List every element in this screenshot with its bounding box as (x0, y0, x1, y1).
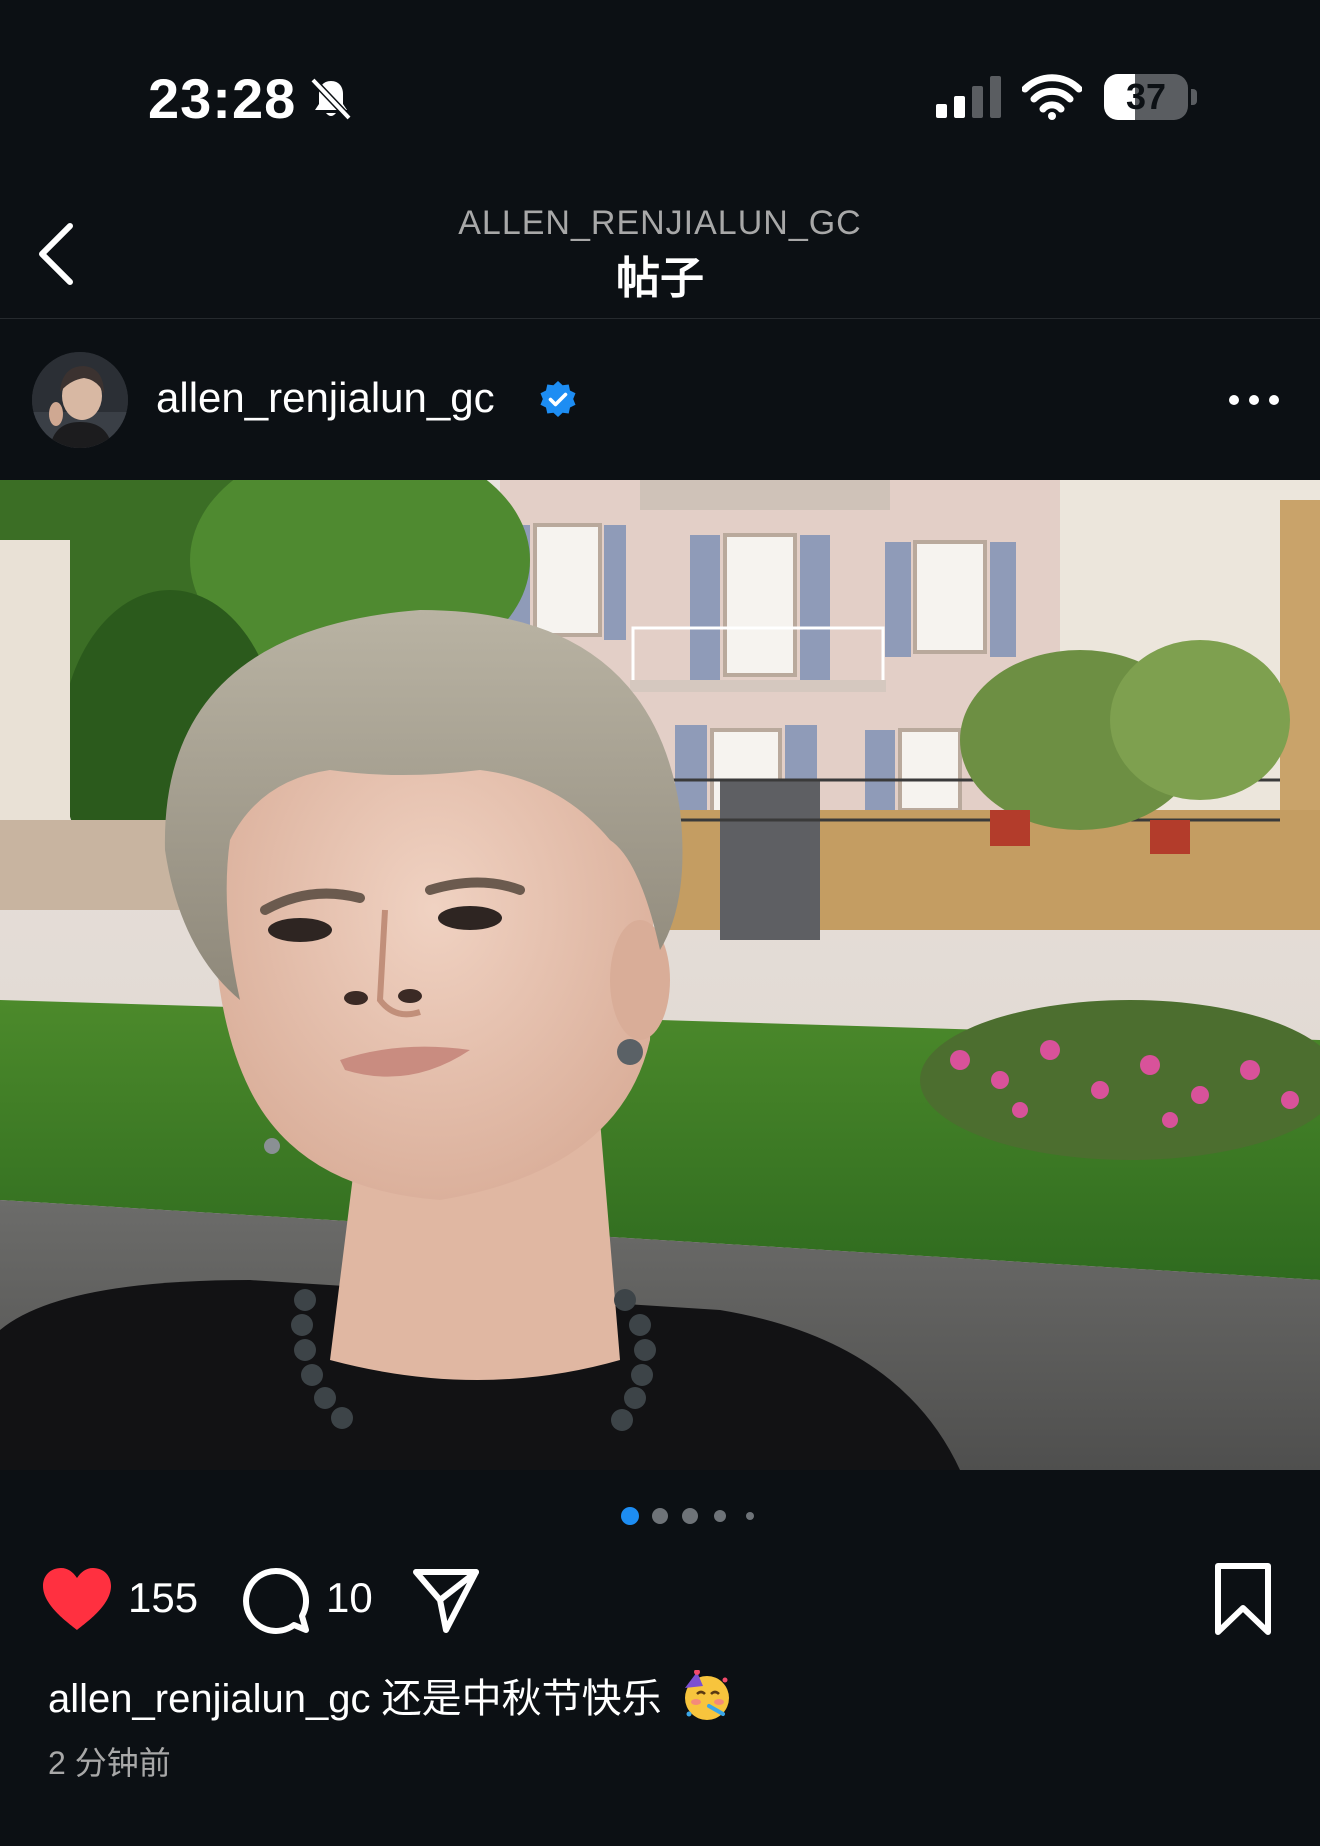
post-caption: allen_renjialun_gc 还是中秋节快乐 (48, 1666, 1268, 1724)
avatar[interactable] (32, 352, 128, 448)
battery-icon: 37 (1104, 74, 1197, 120)
like-count[interactable]: 155 (128, 1574, 198, 1622)
caption-text: 还是中秋节快乐 (381, 1677, 662, 1721)
carousel-dot[interactable] (652, 1508, 668, 1524)
comment-icon[interactable] (240, 1564, 312, 1636)
heart-icon[interactable] (40, 1566, 114, 1632)
carousel-dot[interactable] (714, 1510, 726, 1522)
ellipsis-icon[interactable] (1226, 376, 1282, 424)
caption-username[interactable]: allen_renjialun_gc (48, 1677, 370, 1721)
partying-face-icon (679, 1669, 731, 1722)
status-time: 23:28 (148, 67, 297, 130)
post-photo[interactable] (0, 480, 1320, 1470)
bell-slash-icon (308, 76, 354, 122)
wifi-icon (1021, 72, 1083, 120)
post-timestamp: 2 分钟前 (48, 1745, 171, 1781)
post-header: allen_renjialun_gc (0, 340, 1320, 460)
page-title: 帖子 (616, 254, 704, 303)
carousel-dots (0, 1504, 1320, 1528)
verified-badge-icon (538, 380, 578, 420)
bookmark-icon[interactable] (1212, 1562, 1274, 1636)
cellular-signal-icon (936, 74, 1004, 120)
share-icon[interactable] (410, 1564, 482, 1636)
nav-subtitle[interactable]: ALLEN_RENJIALUN_GC (0, 204, 1320, 243)
carousel-dot[interactable] (682, 1508, 698, 1524)
battery-level: 37 (1125, 76, 1167, 117)
carousel-dot[interactable] (746, 1512, 754, 1520)
carousel-dot[interactable] (621, 1507, 639, 1525)
comment-count[interactable]: 10 (326, 1574, 373, 1622)
post-username[interactable]: allen_renjialun_gc (156, 374, 495, 422)
nav-header: ALLEN_RENJIALUN_GC 帖子 (0, 190, 1320, 319)
post-actions: 155 10 (0, 1556, 1320, 1640)
status-bar: 23:28 37 (0, 0, 1320, 190)
